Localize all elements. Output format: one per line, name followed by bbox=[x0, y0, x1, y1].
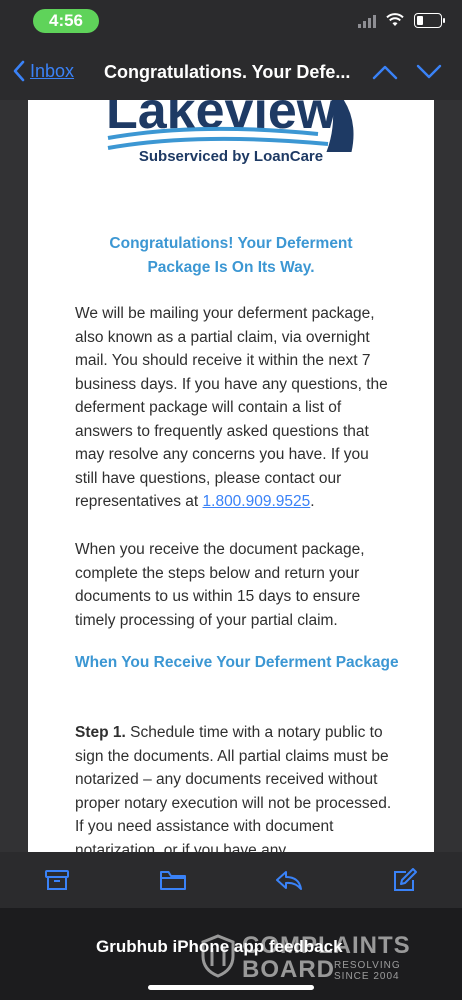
watermark-tagline-2: SINCE 2004 bbox=[334, 971, 400, 982]
status-time: 4:56 bbox=[33, 9, 99, 33]
paragraph-mailing-info: We will be mailing your deferment packag… bbox=[75, 302, 395, 514]
message-navigation bbox=[372, 64, 442, 80]
step-1-label: Step 1. bbox=[75, 724, 126, 741]
back-label: Inbox bbox=[30, 60, 75, 81]
next-message-icon[interactable] bbox=[416, 64, 442, 80]
step-1: Step 1. Schedule time with a notary publ… bbox=[75, 721, 395, 852]
section-heading: When You Receive Your Deferment Package bbox=[75, 654, 399, 671]
battery-icon bbox=[414, 12, 445, 28]
reply-icon[interactable] bbox=[275, 869, 303, 891]
watermark-tagline-1: RESOLVING bbox=[334, 960, 401, 971]
email-heading-line2: Package Is On Its Way. bbox=[147, 259, 315, 276]
chevron-left-icon bbox=[13, 60, 25, 82]
mail-nav-bar: Inbox Congratulations. Your Defe... bbox=[0, 44, 462, 100]
compose-icon[interactable] bbox=[392, 868, 418, 892]
mail-toolbar bbox=[0, 852, 462, 908]
home-indicator[interactable] bbox=[148, 985, 314, 990]
watermark-tagline: RESOLVING SINCE 2004 bbox=[334, 960, 401, 982]
signal-icon bbox=[358, 12, 376, 28]
step-1-text: Schedule time with a notary public to si… bbox=[75, 724, 392, 852]
previous-message-icon[interactable] bbox=[372, 64, 398, 80]
folder-icon[interactable] bbox=[159, 869, 187, 891]
back-to-inbox-button[interactable]: Inbox bbox=[12, 60, 74, 82]
screenshot-caption: Grubhub iPhone app feedback bbox=[96, 937, 343, 956]
logo-subtitle: Subserviced by LoanCare bbox=[138, 148, 324, 165]
watermark-line2: BOARD bbox=[242, 956, 335, 983]
email-body: Lakeview Subserviced by LoanCare Congrat… bbox=[28, 100, 434, 852]
wifi-icon bbox=[386, 13, 404, 26]
lakeview-logo: Lakeview Subserviced by LoanCare bbox=[28, 100, 434, 212]
status-bar: 4:56 bbox=[0, 0, 462, 44]
paragraph-mailing-end: . bbox=[310, 493, 315, 510]
paragraph-mailing-text: We will be mailing your deferment packag… bbox=[75, 305, 388, 510]
archive-icon[interactable] bbox=[44, 868, 70, 892]
email-subject: Congratulations. Your Defe... bbox=[104, 62, 351, 82]
mail-content-area[interactable]: Lakeview Subserviced by LoanCare Congrat… bbox=[0, 100, 462, 852]
paragraph-instructions: When you receive the document package, c… bbox=[75, 541, 365, 629]
phone-link[interactable]: 1.800.909.9525 bbox=[203, 493, 311, 510]
email-heading-line1: Congratulations! Your Deferment bbox=[109, 235, 353, 252]
status-icons bbox=[358, 12, 445, 28]
